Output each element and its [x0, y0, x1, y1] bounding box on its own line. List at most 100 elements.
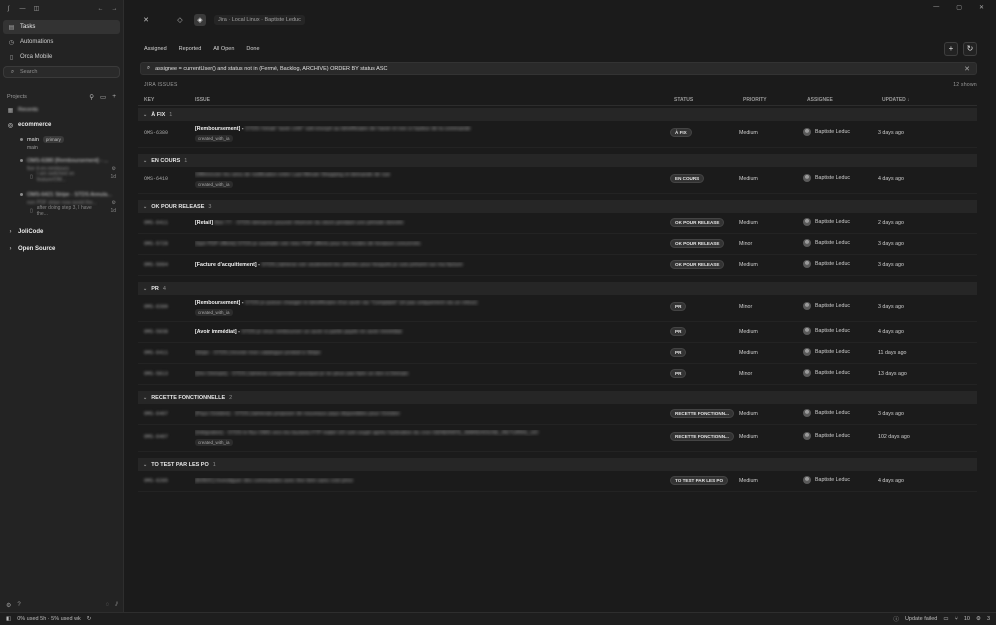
- status-group-header[interactable]: ⌄ RECETTE FONCTIONNELLE 2: [138, 391, 977, 404]
- issue-summary[interactable]: Différencier les sens de notification en…: [195, 172, 605, 178]
- forward-icon[interactable]: →: [111, 5, 118, 12]
- terminal-icon[interactable]: ▭: [943, 616, 948, 622]
- jira-tag-icon[interactable]: ◈: [194, 14, 206, 26]
- update-status[interactable]: Update failed: [905, 616, 937, 622]
- table-row[interactable]: OMS-5094 [Facture d'acquittement] - STDS …: [138, 255, 977, 276]
- column-updated[interactable]: UPDATED ↓: [882, 97, 910, 103]
- issue-summary[interactable]: Stripe - STDS j'envoie mon catalogue pro…: [195, 350, 605, 356]
- refresh-usage-icon[interactable]: ↻: [87, 616, 92, 622]
- column-status[interactable]: STATUS: [674, 97, 693, 103]
- sidebar-item-orca-mobile[interactable]: ▯ Orca Mobile: [3, 50, 120, 64]
- add-icon[interactable]: +: [112, 93, 116, 101]
- project-ecommerce[interactable]: ◎ ecommerce: [0, 119, 123, 131]
- tab-reported[interactable]: Reported: [173, 42, 208, 56]
- jql-search-input[interactable]: ⌕ assignee = currentUser() and status no…: [140, 62, 977, 75]
- status-group-header[interactable]: ⌄ À FIX 1: [138, 108, 977, 121]
- issue-summary[interactable]: [Retail] Bon TT - STDS demarrer pouvoir …: [195, 220, 605, 226]
- tab-all-open[interactable]: All Open: [207, 42, 240, 56]
- issue-summary[interactable]: [Remboursement] - STDS je puisse changer…: [195, 300, 605, 306]
- folder-icon[interactable]: ▭: [100, 93, 106, 101]
- gear-icon[interactable]: ⚙: [976, 616, 981, 622]
- status-badge[interactable]: OK POUR RELEASE: [670, 218, 725, 227]
- window-close-icon[interactable]: ✕: [979, 4, 984, 11]
- status-badge[interactable]: PR: [670, 302, 687, 311]
- worktree-item[interactable]: OMS-6421 Stripe - STDS Annula...: [0, 190, 123, 199]
- project-jolicode[interactable]: › JoliCode: [0, 226, 123, 238]
- issue-summary[interactable]: [Spé PDP offerte] STDS je souhaite voir …: [195, 241, 605, 247]
- status-badge[interactable]: À FIX: [670, 128, 692, 137]
- status-group-header[interactable]: ⌄ EN COURS 1: [138, 154, 977, 167]
- issue-key[interactable]: OMS-6411: [144, 350, 168, 356]
- table-row[interactable]: OMS-5728 [Spé PDP offerte] STDS je souha…: [138, 234, 977, 255]
- status-badge[interactable]: OK POUR RELEASE: [670, 260, 725, 269]
- table-row[interactable]: OMS-6411 [Retail] Bon TT - STDS demarrer …: [138, 213, 977, 234]
- worktree-item[interactable]: OMS-6380 [Remboursement] - ...: [0, 156, 123, 165]
- issue-summary[interactable]: [Avoir immédiat] - STDS je veux rembours…: [195, 329, 605, 335]
- issue-key[interactable]: OMS-5813: [144, 371, 168, 377]
- issue-summary[interactable]: [Dev Demain] - STDS j'aimerai comprendre…: [195, 371, 605, 377]
- issue-key[interactable]: OMS-5094: [144, 262, 168, 268]
- status-badge[interactable]: RECETTE FONCTIONN...: [670, 409, 734, 418]
- status-badge[interactable]: TO TEST PAR LES PO: [670, 476, 729, 485]
- table-row[interactable]: OMS-5813 [Dev Demain] - STDS j'aimerai c…: [138, 364, 977, 385]
- issue-key[interactable]: OMS-6380: [144, 130, 168, 136]
- issue-key[interactable]: OMS-6410: [144, 176, 168, 182]
- column-key[interactable]: KEY: [144, 97, 154, 103]
- minimize-icon[interactable]: —: [19, 5, 26, 12]
- table-row[interactable]: OMS-6407 [Intégration] - STDS le flux OM…: [138, 425, 977, 452]
- issue-summary[interactable]: [Remboursement] - STDS l'email "avoir cr…: [195, 126, 605, 132]
- sidebar-item-automations[interactable]: ◷ Automations: [3, 35, 120, 49]
- bookmark-icon[interactable]: ◇: [174, 14, 186, 26]
- table-row[interactable]: OMS-5938 [Avoir immédiat] - STDS je veux …: [138, 322, 977, 343]
- table-row[interactable]: OMS-6407 [Pays Octobre] - STDS j'aimerai…: [138, 404, 977, 425]
- close-icon[interactable]: ✕: [140, 14, 152, 26]
- tab-done[interactable]: Done: [240, 42, 265, 56]
- issue-key[interactable]: OMS-6390: [144, 304, 168, 310]
- status-badge[interactable]: EN COURS: [670, 174, 705, 183]
- status-group-header[interactable]: ⌄ PR 4: [138, 282, 977, 295]
- status-badge[interactable]: PR: [670, 369, 687, 378]
- recents-item[interactable]: ▦ Recents: [0, 105, 123, 115]
- window-minimize-icon[interactable]: —: [933, 4, 939, 11]
- issue-key[interactable]: OMS-6411: [144, 220, 168, 226]
- status-badge[interactable]: PR: [670, 348, 687, 357]
- settings-icon[interactable]: ⚙: [6, 602, 11, 609]
- filter-icon[interactable]: ⚲: [89, 93, 94, 101]
- table-row[interactable]: OMS-6410 Différencier les sens de notifi…: [138, 167, 977, 194]
- sidebar-search-input[interactable]: ⌕ Search: [3, 66, 120, 78]
- status-icon[interactable]: ◌: [106, 602, 110, 608]
- tab-assigned[interactable]: Assigned: [138, 42, 173, 56]
- issue-summary[interactable]: [Facture d'acquittement] - STDS j'aimera…: [195, 262, 605, 268]
- column-issue[interactable]: ISSUE: [195, 97, 210, 103]
- issue-summary[interactable]: [B2B2C] Investiguer des commandes avec l…: [195, 478, 605, 484]
- project-open-source[interactable]: › Open Source: [0, 243, 123, 255]
- issue-key[interactable]: OMS-6285: [144, 478, 168, 484]
- worktree-settings-icon[interactable]: ⚙: [112, 200, 116, 206]
- status-group-header[interactable]: ⌄ TO TEST PAR LES PO 1: [138, 458, 977, 471]
- issue-summary[interactable]: [Intégration] - STDS le flux OMS vers le…: [195, 430, 605, 436]
- column-assignee[interactable]: ASSIGNEE: [807, 97, 833, 103]
- issue-key[interactable]: OMS-6407: [144, 434, 168, 440]
- issue-key[interactable]: OMS-5938: [144, 329, 168, 335]
- status-badge[interactable]: RECETTE FONCTIONN...: [670, 432, 734, 441]
- add-issue-button[interactable]: +: [944, 41, 958, 56]
- table-row[interactable]: OMS-6411 Stripe - STDS j'envoie mon cata…: [138, 343, 977, 364]
- window-maximize-icon[interactable]: ▢: [956, 4, 962, 11]
- back-icon[interactable]: ←: [97, 5, 104, 12]
- table-row[interactable]: OMS-6285 [B2B2C] Investiguer des command…: [138, 471, 977, 492]
- status-badge[interactable]: PR: [670, 327, 687, 336]
- issue-key[interactable]: OMS-5728: [144, 241, 168, 247]
- branch-item-main[interactable]: main primary: [0, 135, 123, 144]
- clear-search-icon[interactable]: ✕: [964, 65, 970, 73]
- table-row[interactable]: OMS-6380 [Remboursement] - STDS l'email "…: [138, 121, 977, 148]
- issue-summary[interactable]: [Pays Octobre] - STDS j'aimerais propose…: [195, 411, 605, 417]
- worktree-settings-icon[interactable]: ⚙: [112, 166, 116, 172]
- sidebar-item-tasks[interactable]: ▤ Tasks: [3, 20, 120, 34]
- refresh-button[interactable]: ↻: [963, 41, 977, 56]
- help-icon[interactable]: ?: [17, 602, 20, 608]
- column-priority[interactable]: PRIORITY: [743, 97, 767, 103]
- sidebar-toggle-icon[interactable]: ◫: [33, 5, 40, 12]
- status-badge[interactable]: OK POUR RELEASE: [670, 239, 725, 248]
- table-row[interactable]: OMS-6390 [Remboursement] - STDS je puisse…: [138, 295, 977, 322]
- status-group-header[interactable]: ⌄ OK POUR RELEASE 3: [138, 200, 977, 213]
